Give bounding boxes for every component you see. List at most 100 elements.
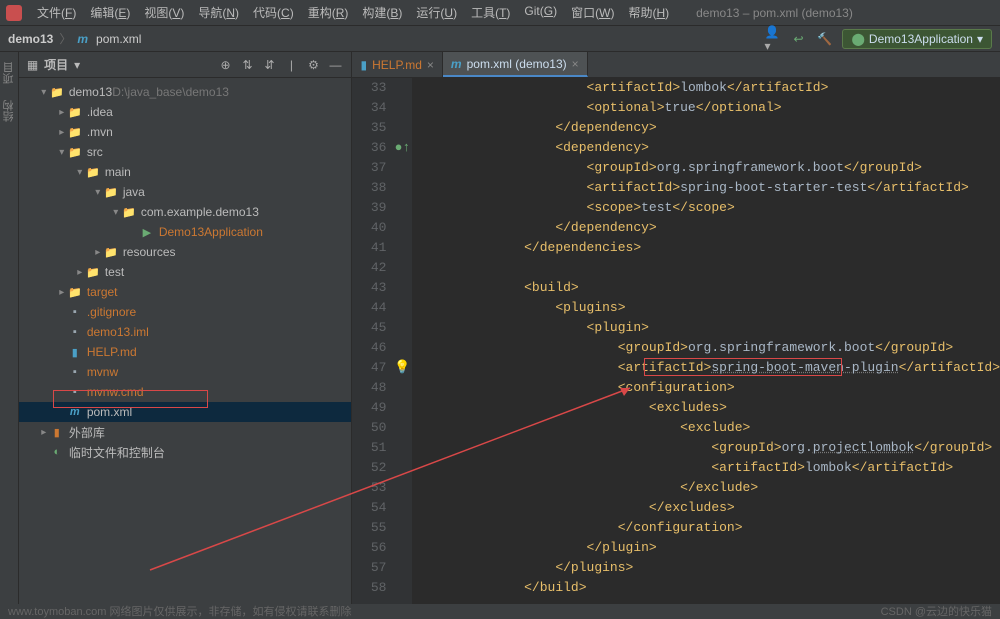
tree-row[interactable]: ▪.gitignore xyxy=(19,302,352,322)
tree-row[interactable]: ▾📁com.example.demo13 xyxy=(19,202,352,222)
tree-row[interactable]: ▸📁resources xyxy=(19,242,352,262)
code-line[interactable]: <plugins> xyxy=(412,298,1000,318)
project-dropdown-icon[interactable]: ▦ xyxy=(27,58,38,72)
code-line[interactable]: <excludes> xyxy=(412,398,1000,418)
tree-row[interactable]: ▮HELP.md xyxy=(19,342,352,362)
bulb-icon[interactable]: 💡 xyxy=(394,360,410,375)
tree-row[interactable]: ▸📁test xyxy=(19,262,352,282)
breadcrumb-file[interactable]: pom.xml xyxy=(96,32,141,46)
code-line[interactable]: <configuration> xyxy=(412,378,1000,398)
expand-arrow-icon[interactable] xyxy=(129,227,139,238)
menu-n[interactable]: 导航(N) xyxy=(191,4,246,21)
expand-arrow-icon[interactable]: ▸ xyxy=(75,267,85,278)
run-gutter-icon[interactable]: ●↑ xyxy=(395,140,411,155)
breadcrumb-project[interactable]: demo13 xyxy=(8,32,53,46)
project-tree[interactable]: ▾📁demo13 D:\java_base\demo13▸📁.idea▸📁.mv… xyxy=(19,78,352,466)
code-line[interactable]: </dependency> xyxy=(412,118,1000,138)
tree-row[interactable]: ▪mvnw.cmd xyxy=(19,382,352,402)
code-line[interactable]: </plugins> xyxy=(412,558,1000,578)
code-line[interactable]: <dependency> xyxy=(412,138,1000,158)
tree-row[interactable]: ▾📁demo13 D:\java_base\demo13 xyxy=(19,82,352,102)
user-dropdown-icon[interactable]: 👤▾ xyxy=(764,31,780,47)
expand-arrow-icon[interactable]: ▸ xyxy=(57,127,67,138)
code-line[interactable]: <exclude> xyxy=(412,418,1000,438)
expand-arrow-icon[interactable] xyxy=(57,387,67,398)
expand-arrow-icon[interactable]: ▸ xyxy=(39,427,49,438)
expand-arrow-icon[interactable]: ▾ xyxy=(39,87,49,98)
expand-arrow-icon[interactable]: ▸ xyxy=(93,247,103,258)
structure-vertical-tab[interactable]: 结构 xyxy=(1,96,17,126)
code-line[interactable]: <plugin> xyxy=(412,318,1000,338)
expand-arrow-icon[interactable] xyxy=(57,367,67,378)
expand-arrow-icon[interactable] xyxy=(57,347,67,358)
back-icon[interactable]: ↩ xyxy=(790,31,806,47)
expand-arrow-icon[interactable]: ▸ xyxy=(57,287,67,298)
menu-u[interactable]: 运行(U) xyxy=(409,4,464,21)
code-line[interactable] xyxy=(412,258,1000,278)
menu-t[interactable]: 工具(T) xyxy=(464,4,517,21)
code-line[interactable]: <groupId>org.springframework.boot</group… xyxy=(412,338,1000,358)
code-line[interactable]: <artifactId>spring-boot-starter-test</ar… xyxy=(412,178,1000,198)
code-line[interactable]: </build> xyxy=(412,578,1000,598)
expand-arrow-icon[interactable]: ▾ xyxy=(111,207,121,218)
tree-row[interactable]: ▪mvnw xyxy=(19,362,352,382)
editor-tab[interactable]: mpom.xml (demo13)× xyxy=(443,52,588,77)
collapse-all-icon[interactable]: ⇵ xyxy=(261,57,277,73)
code-line[interactable]: <scope>test</scope> xyxy=(412,198,1000,218)
code-line[interactable]: </dependencies> xyxy=(412,238,1000,258)
menu-h[interactable]: 帮助(H) xyxy=(621,4,676,21)
tree-row[interactable]: ▪demo13.iml xyxy=(19,322,352,342)
run-configuration[interactable]: ⬤ Demo13Application ▾ xyxy=(842,29,992,49)
expand-arrow-icon[interactable] xyxy=(57,327,67,338)
code-line[interactable]: <build> xyxy=(412,278,1000,298)
expand-all-icon[interactable]: ⇅ xyxy=(239,57,255,73)
tree-row[interactable]: ▸📁target xyxy=(19,282,352,302)
menu-c[interactable]: 代码(C) xyxy=(246,4,301,21)
code-area[interactable]: 3334353637383940414243444546474849505152… xyxy=(352,78,1000,604)
expand-arrow-icon[interactable]: ▾ xyxy=(93,187,103,198)
menu-f[interactable]: 文件(F) xyxy=(30,4,83,21)
editor-tab[interactable]: ▮HELP.md× xyxy=(352,52,442,77)
footer-right: CSDN @云边的快乐猫 xyxy=(881,603,992,619)
expand-arrow-icon[interactable]: ▾ xyxy=(57,147,67,158)
code-line[interactable]: <artifactId>lombok</artifactId> xyxy=(412,78,1000,98)
tree-row[interactable]: ◐临时文件和控制台 xyxy=(19,442,352,462)
close-icon[interactable]: × xyxy=(572,57,579,71)
expand-arrow-icon[interactable]: ▾ xyxy=(75,167,85,178)
code-line[interactable]: <optional>true</optional> xyxy=(412,98,1000,118)
hide-icon[interactable]: — xyxy=(327,57,343,73)
expand-arrow-icon[interactable] xyxy=(39,447,49,458)
expand-arrow-icon[interactable]: ▸ xyxy=(57,107,67,118)
project-vertical-tab[interactable]: 项目 xyxy=(1,58,17,88)
tree-row[interactable]: ▶Demo13Application xyxy=(19,222,352,242)
tree-row[interactable]: ▾📁java xyxy=(19,182,352,202)
code-line[interactable]: </dependency> xyxy=(412,218,1000,238)
tree-row[interactable]: ▸📁.idea xyxy=(19,102,352,122)
menu-r[interactable]: 重构(R) xyxy=(301,4,356,21)
code-line[interactable]: </configuration> xyxy=(412,518,1000,538)
gear-icon[interactable]: ⚙ xyxy=(305,57,321,73)
hammer-icon[interactable]: 🔨 xyxy=(816,31,832,47)
code-content[interactable]: <artifactId>lombok</artifactId> <optiona… xyxy=(412,78,1000,604)
code-line[interactable]: <groupId>org.springframework.boot</group… xyxy=(412,158,1000,178)
menu-w[interactable]: 窗口(W) xyxy=(564,4,621,21)
expand-arrow-icon[interactable] xyxy=(57,407,67,418)
code-line[interactable]: <artifactId>lombok</artifactId> xyxy=(412,458,1000,478)
close-icon[interactable]: × xyxy=(427,58,434,72)
tree-row[interactable]: ▾📁main xyxy=(19,162,352,182)
menu-v[interactable]: 视图(V) xyxy=(137,4,191,21)
menu-g[interactable]: Git(G) xyxy=(517,4,564,21)
select-opened-file-icon[interactable]: ⊕ xyxy=(217,57,233,73)
tree-row[interactable]: ▸📁.mvn xyxy=(19,122,352,142)
menu-e[interactable]: 编辑(E) xyxy=(83,4,137,21)
menu-b[interactable]: 构建(B) xyxy=(355,4,409,21)
expand-arrow-icon[interactable] xyxy=(57,307,67,318)
code-line[interactable]: </plugin> xyxy=(412,538,1000,558)
code-line[interactable]: </exclude> xyxy=(412,478,1000,498)
code-line[interactable]: </excludes> xyxy=(412,498,1000,518)
tree-row[interactable]: ▸▮外部库 xyxy=(19,422,352,442)
tree-row[interactable]: mpom.xml xyxy=(19,402,352,422)
code-line[interactable]: <groupId>org.projectlombok</groupId> xyxy=(412,438,1000,458)
tree-row[interactable]: ▾📁src xyxy=(19,142,352,162)
chevron-down-icon[interactable]: ▾ xyxy=(74,58,80,72)
